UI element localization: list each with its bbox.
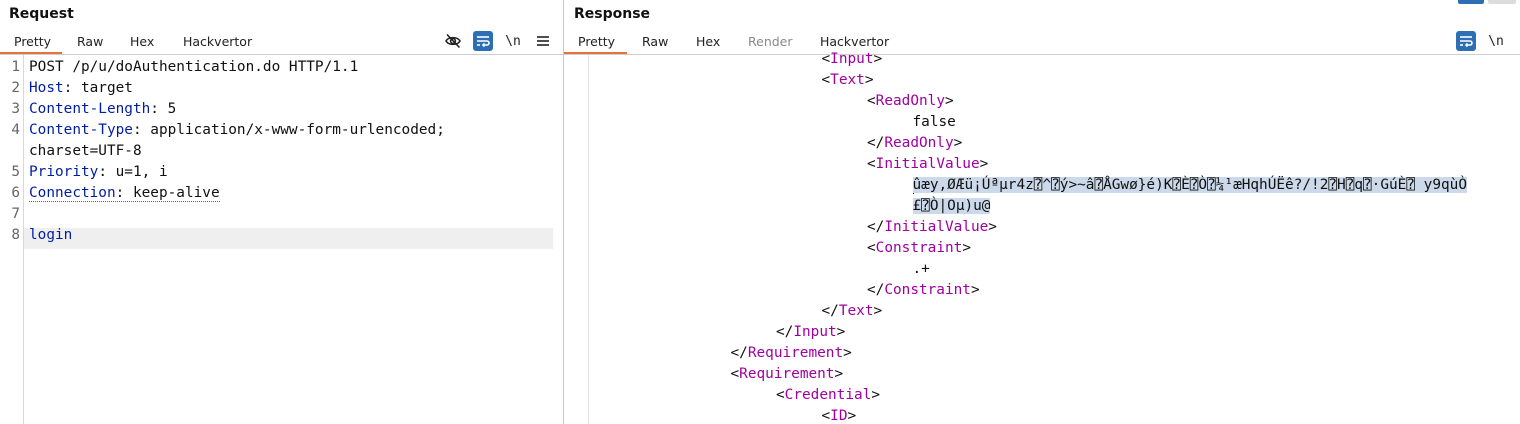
xml-tag-line: <ID>: [821, 408, 857, 424]
xml-tag-line: </InitialValue>: [867, 219, 997, 235]
xml-tag-line: <Requirement>: [730, 366, 844, 382]
xml-text-line: ûæy,ØÆü¡Úªµr4z⍰^⍰ý>~â⍰ÅGwø}é)K⍰È⍰Ò⍰¼¹æHq…: [912, 175, 1467, 196]
header-name: Content-Type: [29, 122, 133, 138]
xml-text: .+: [912, 261, 930, 277]
line-number: 5: [11, 164, 20, 180]
response-editor[interactable]: <Input> <Text> <ReadOnly> false </ReadOnly> <…: [564, 51, 1520, 424]
selected-text: £⍰Ò|Oµ)u@: [912, 198, 991, 214]
header-name: Content-Length: [29, 101, 151, 117]
request-line: charset=UTF-8: [29, 141, 142, 162]
current-line-highlight: [24, 228, 553, 249]
request-line: Content-Type: application/x-www-form-url…: [29, 122, 445, 138]
line-number: 1: [11, 59, 20, 75]
xml-tag-line: <Input>: [821, 51, 883, 67]
response-tab-raw[interactable]: Raw: [642, 34, 668, 49]
request-line: Host: target: [29, 80, 133, 96]
layout-toggle-right[interactable]: [1488, 0, 1516, 4]
line-number: 7: [11, 206, 20, 222]
header-name: Connection: [29, 185, 116, 201]
request-tab-raw[interactable]: Raw: [77, 34, 103, 49]
request-line: login: [29, 225, 72, 246]
request-editor[interactable]: 1 2 3 4 5 6 7 8 POST /p/u/doAuthentication.do H…: [0, 55, 563, 424]
xml-tag-line: </Input>: [776, 324, 846, 340]
xml-tag-name: ID: [830, 408, 848, 424]
wrap-icon[interactable]: [1456, 31, 1476, 51]
menu-icon[interactable]: [533, 31, 553, 51]
xml-tag-name: InitialValue: [875, 156, 980, 172]
eye-off-icon[interactable]: [443, 31, 463, 51]
xml-tag-name: Input: [793, 324, 837, 340]
header-value: target: [80, 80, 133, 96]
response-pane: Response Pretty Raw Hex Render Hackverto…: [564, 0, 1520, 424]
request-line-gutter: 1 2 3 4 5 6 7 8: [0, 55, 24, 424]
xml-tag-name: Text: [830, 72, 865, 88]
header-value: keep-alive: [132, 185, 220, 201]
xml-text: false: [912, 114, 956, 130]
request-line: Content-Length: 5: [29, 101, 177, 117]
line-number: 6: [11, 185, 20, 201]
xml-tag-name: Requirement: [747, 345, 844, 361]
xml-tag-name: ReadOnly: [875, 93, 945, 109]
xml-tag-name: Text: [838, 303, 874, 319]
xml-tag-name: Credential: [784, 387, 872, 403]
response-tab-pretty[interactable]: Pretty: [578, 34, 615, 49]
xml-text-line: false: [913, 112, 956, 133]
header-value: u=1, i: [115, 164, 168, 180]
line-text: POST /p/u/doAuthentication.do HTTP/1.1: [29, 59, 359, 75]
request-line: Priority: u=1, i: [29, 164, 168, 180]
wrap-icon[interactable]: [473, 31, 493, 51]
xml-tag-name: InitialValue: [884, 219, 989, 235]
request-pane: Request Pretty Raw Hex Hackvertor \n 1 2 3…: [0, 0, 563, 424]
xml-tag-line: <InitialValue>: [867, 156, 989, 172]
line-number: 3: [11, 101, 20, 117]
line-number: 4: [11, 122, 20, 138]
line-text: charset=UTF-8: [29, 143, 142, 159]
line-number: 8: [11, 227, 20, 243]
request-line: Connection: keep-alive: [29, 185, 220, 202]
xml-tag-line: </Text>: [821, 303, 883, 319]
response-tabs: Pretty Raw Hex Render Hackvertor: [564, 32, 1520, 54]
line-text: login: [29, 227, 73, 243]
xml-tag-name: Input: [830, 51, 874, 67]
xml-tag-line: </Requirement>: [730, 345, 852, 361]
xml-tag-line: <ReadOnly>: [867, 93, 954, 109]
newline-icon[interactable]: \n: [1486, 31, 1506, 51]
line-number: [0, 141, 20, 162]
response-title: Response: [574, 6, 651, 22]
xml-tag-line: <Constraint>: [867, 240, 971, 256]
request-tab-pretty[interactable]: Pretty: [14, 34, 51, 49]
header-value: 5: [167, 101, 177, 117]
response-tab-hex[interactable]: Hex: [696, 34, 720, 49]
request-tab-hex[interactable]: Hex: [130, 34, 154, 49]
newline-icon[interactable]: \n: [503, 31, 523, 51]
line-number: 2: [11, 80, 20, 96]
response-tab-render: Render: [748, 34, 793, 49]
selected-text: ûæy,ØÆü¡Úªµr4z⍰^⍰ý>~â⍰ÅGwø}é)K⍰È⍰Ò⍰¼¹æHq…: [912, 177, 1467, 193]
xml-tag-name: Constraint: [884, 282, 971, 298]
xml-tag-line: <Text>: [821, 72, 874, 88]
xml-tag-name: Constraint: [875, 240, 963, 256]
request-line: POST /p/u/doAuthentication.do HTTP/1.1: [29, 57, 358, 78]
response-tab-hackvertor[interactable]: Hackvertor: [820, 34, 889, 49]
layout-toggle-left[interactable]: [1458, 0, 1484, 4]
xml-tag-line: <Credential>: [776, 387, 880, 403]
xml-text-line: £⍰Ò|Oµ)u@: [912, 196, 991, 217]
header-value: application/x-www-form-urlencoded;: [150, 122, 445, 138]
xml-text-line: .+: [913, 259, 930, 280]
xml-tag-name: Requirement: [739, 366, 835, 382]
request-title: Request: [9, 6, 74, 22]
request-tab-hackvertor[interactable]: Hackvertor: [183, 34, 252, 49]
header-name: Host: [29, 80, 64, 96]
response-line-gutter: [564, 55, 589, 424]
xml-tag-name: ReadOnly: [884, 135, 954, 151]
xml-tag-line: </ReadOnly>: [867, 135, 963, 151]
header-name: Priority: [29, 164, 99, 180]
xml-tag-line: </Constraint>: [867, 282, 980, 298]
